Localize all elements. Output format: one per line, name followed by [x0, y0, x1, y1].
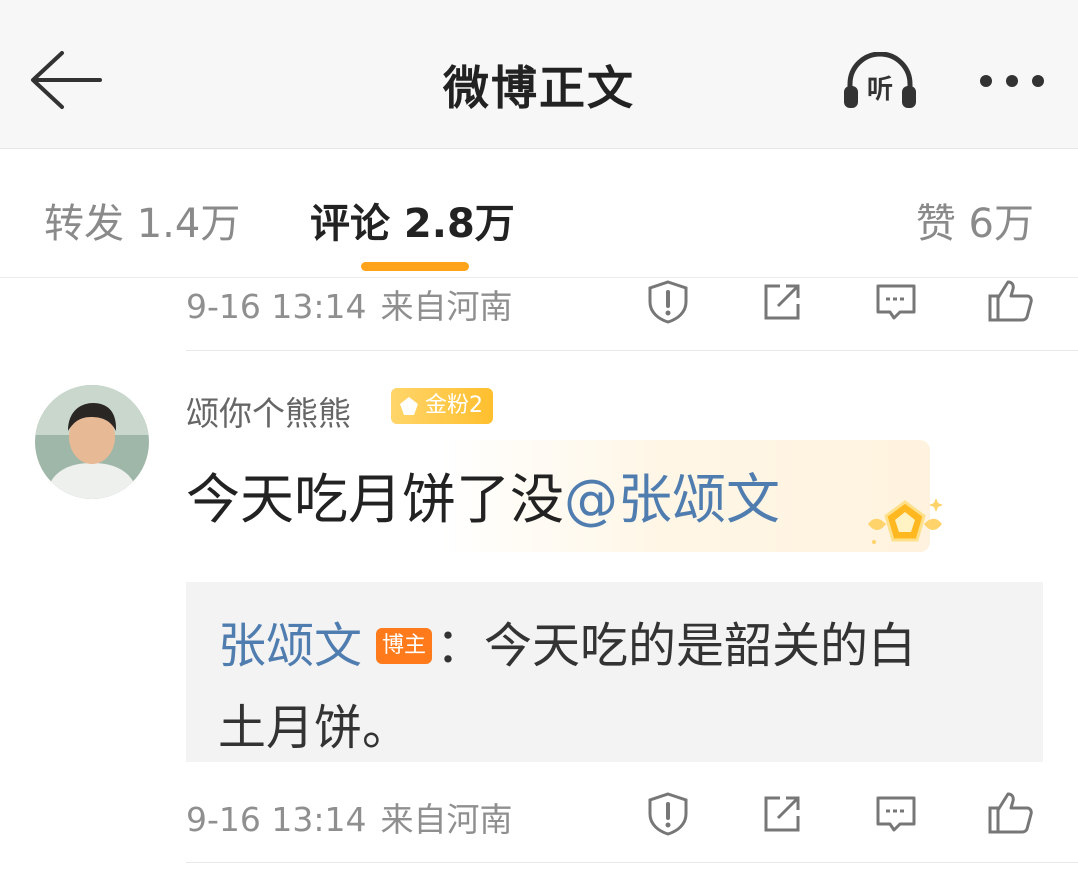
reply-separator: ： — [436, 618, 485, 674]
comment-location: 来自河南 — [380, 800, 513, 839]
host-badge: 博主 — [376, 628, 433, 664]
reply-line-1: 张颂文 博主 ：今天吃的是韶关的白 — [218, 606, 916, 676]
avatar[interactable] — [35, 385, 149, 499]
tab-reposts[interactable]: 转发 1.4万 — [44, 191, 240, 249]
active-tab-indicator — [361, 262, 469, 271]
like-icon[interactable] — [986, 276, 1034, 324]
comment-icon[interactable] — [872, 278, 920, 326]
comment-meta: 9-16 13:14 来自河南 — [186, 793, 513, 841]
reply-text-line-2: 土月饼。 — [218, 700, 411, 756]
reply-text-line-1: 今天吃的是韶关的白 — [484, 618, 917, 674]
listen-label: 听 — [867, 75, 893, 105]
more-dots-icon[interactable] — [975, 70, 1049, 92]
gem-icon — [400, 397, 418, 415]
share-icon[interactable] — [758, 790, 806, 838]
listen-headphones-icon[interactable]: 听 — [840, 52, 920, 112]
like-icon[interactable] — [986, 788, 1034, 836]
fan-badge-label: 金粉2 — [425, 393, 483, 418]
share-icon[interactable] — [758, 278, 806, 326]
comment-username[interactable]: 颂你个熊熊 — [186, 387, 351, 435]
comment-tabs: 转发 1.4万 评论 2.8万 赞 6万 — [0, 149, 1078, 278]
fan-badge: 金粉2 — [391, 388, 493, 424]
mention-link[interactable]: @张颂文 — [564, 468, 780, 531]
gold-medal-icon — [868, 498, 943, 544]
comment-time: 9-16 13:14 — [186, 287, 367, 326]
comment-icon[interactable] — [872, 790, 920, 838]
tab-comments[interactable]: 评论 2.8万 — [310, 191, 515, 249]
divider — [186, 862, 1078, 863]
reply-author[interactable]: 张颂文 — [218, 618, 362, 674]
comment-location: 来自河南 — [380, 287, 513, 326]
divider — [186, 350, 1078, 351]
reply-box[interactable]: 张颂文 博主 ：今天吃的是韶关的白 土月饼。 — [186, 582, 1043, 762]
comment-text-plain: 今天吃月饼了没 — [186, 468, 564, 531]
previous-comment-meta: 9-16 13:14 来自河南 — [186, 280, 513, 328]
report-icon[interactable] — [644, 278, 692, 326]
top-nav-bar: 微博正文 听 — [0, 0, 1078, 149]
report-icon[interactable] — [644, 790, 692, 838]
comment-text: 今天吃月饼了没@张颂文 — [186, 455, 780, 534]
comment-time: 9-16 13:14 — [186, 800, 367, 839]
tab-likes[interactable]: 赞 6万 — [916, 191, 1034, 249]
